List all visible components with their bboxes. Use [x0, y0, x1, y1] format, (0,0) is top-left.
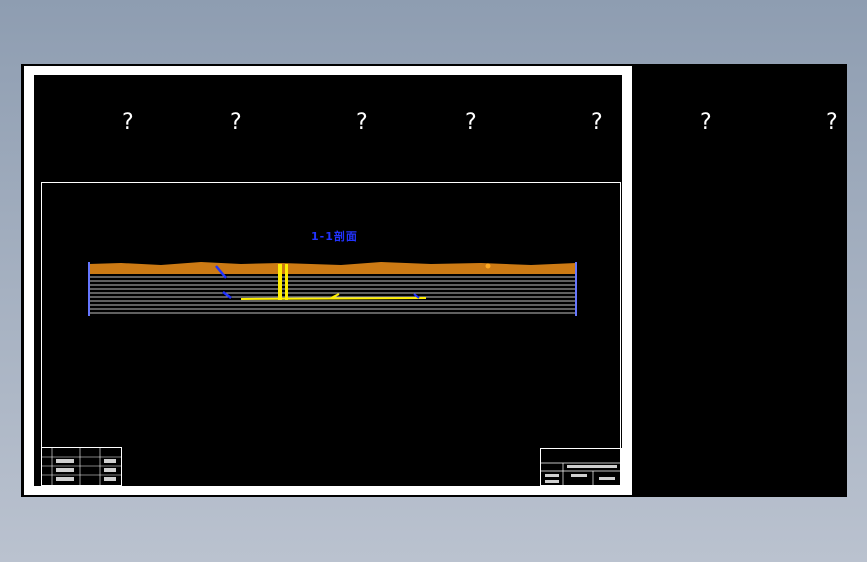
yellow-horizontal-line [240, 293, 427, 300]
title-block [540, 448, 622, 486]
header-mark-1: ? [122, 110, 134, 135]
yellow-pile-1 [278, 264, 282, 300]
yellow-pile-2 [285, 264, 288, 300]
header-mark-7: ? [826, 110, 838, 135]
cad-viewport[interactable]: ? ? ? ? ? ? ? 1-1剖面 [21, 64, 847, 497]
section-label: 1-1剖面 [311, 230, 358, 243]
soil-mark [485, 263, 491, 269]
legend-table-grid [42, 448, 121, 485]
header-mark-6: ? [700, 110, 712, 135]
header-mark-3: ? [356, 110, 368, 135]
stratum-lines [89, 276, 576, 314]
soil-layer [89, 262, 576, 274]
title-block-grid [541, 462, 621, 485]
header-mark-4: ? [465, 110, 477, 135]
legend-table [41, 447, 122, 486]
header-mark-2: ? [230, 110, 242, 135]
section-profile-drawing [88, 262, 577, 316]
header-mark-5: ? [591, 110, 603, 135]
